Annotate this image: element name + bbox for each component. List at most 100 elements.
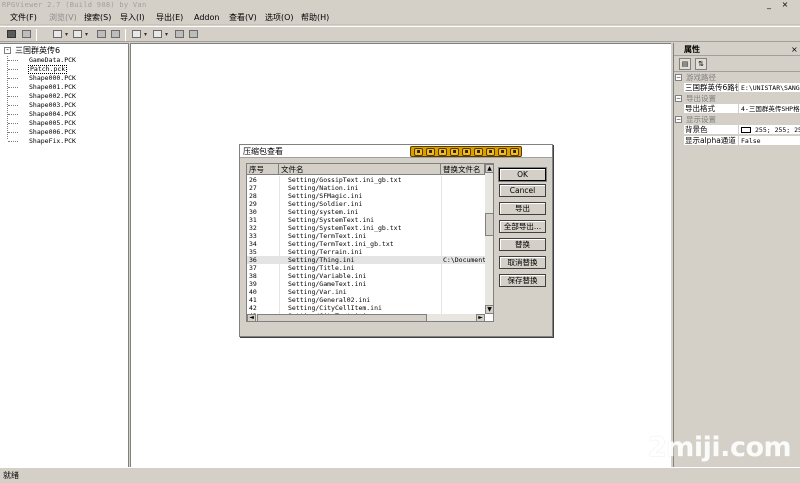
tree-item-label[interactable]: Shape004.PCK [28, 110, 77, 119]
property-row-game-path[interactable]: 三国群英传6路径 E:\UNISTAR\SANGO6 [684, 83, 800, 93]
dialog-control-icon[interactable]: ▪ [438, 148, 447, 156]
file-list-row[interactable]: 42 Setting/CityCellItem.ini [247, 304, 485, 312]
file-list-row[interactable]: 37 Setting/Title.ini [247, 264, 485, 272]
chevron-down-icon[interactable]: ▾ [85, 32, 89, 38]
import-icon[interactable] [52, 29, 64, 40]
close-window-button[interactable]: × [780, 0, 790, 10]
paste-icon[interactable] [174, 29, 186, 40]
dialog-control-icon[interactable]: ▪ [462, 148, 471, 156]
copy-all-icon[interactable] [110, 29, 122, 40]
tree-item-label[interactable]: Shape005.PCK [28, 119, 77, 128]
file-list-row[interactable]: 35 Setting/Terrain.ini [247, 248, 485, 256]
collapse-icon[interactable]: − [675, 95, 682, 102]
save-all-icon[interactable] [21, 29, 33, 40]
horizontal-scrollbar[interactable]: ◄ ► [247, 314, 485, 321]
dialog-control-icon[interactable]: ▪ [498, 148, 507, 156]
chevron-down-icon[interactable]: ▾ [65, 32, 69, 38]
save-icon[interactable] [6, 29, 18, 40]
file-tree[interactable]: - 三国群英传6 GameData.PCK Patch.pck Shape000… [0, 43, 129, 467]
dialog-control-icon[interactable]: ▪ [414, 148, 423, 156]
property-row-export-format[interactable]: 导出格式 4-三国群英传SHP格式 [684, 104, 800, 114]
export-icon[interactable] [131, 29, 143, 40]
tree-item-label[interactable]: Shape001.PCK [28, 83, 77, 92]
menu-addon[interactable]: Addon [194, 11, 219, 25]
import-file-icon[interactable] [72, 29, 84, 40]
file-list-row[interactable]: 27 Setting/Nation.ini [247, 184, 485, 192]
file-list[interactable]: 序号 文件名 替换文件名 26 Setting/GossipText.ini_gb… [246, 163, 494, 322]
file-list-row[interactable]: 34 Setting/TermText.ini_gb.txt [247, 240, 485, 248]
file-list-row[interactable]: 39 Setting/GameText.ini [247, 280, 485, 288]
category-game-path[interactable]: − 游戏路径 [674, 73, 800, 82]
paste-all-icon[interactable] [188, 29, 200, 40]
tree-item-label[interactable]: Shape006.PCK [28, 128, 77, 137]
export-all-button[interactable]: 全部导出... [499, 220, 546, 233]
dialog-control-icon[interactable]: ▪ [426, 148, 435, 156]
file-list-row[interactable]: 28 Setting/SFMagic.ini [247, 192, 485, 200]
export-file-icon[interactable] [152, 29, 164, 40]
copy-icon[interactable] [96, 29, 108, 40]
property-value[interactable]: 255; 255; 255 [755, 125, 800, 135]
cancel-replace-button[interactable]: 取消替换 [499, 256, 546, 269]
menu-export[interactable]: 导出(E) [156, 11, 183, 25]
scroll-left-icon[interactable]: ◄ [247, 314, 256, 321]
categorized-icon[interactable]: ▤ [679, 58, 691, 70]
menu-view[interactable]: 查看(V) [229, 11, 257, 25]
property-row-alpha[interactable]: 显示alpha通道 False [684, 136, 800, 146]
collapse-icon[interactable]: − [675, 74, 682, 81]
menu-options[interactable]: 选项(O) [265, 11, 294, 25]
menu-search[interactable]: 搜索(S) [84, 11, 111, 25]
menu-help[interactable]: 帮助(H) [301, 11, 329, 25]
cancel-button[interactable]: Cancel [499, 184, 546, 197]
file-list-row[interactable]: 41 Setting/General02.ini [247, 296, 485, 304]
file-list-row[interactable]: 33 Setting/TermText.ini [247, 232, 485, 240]
menu-import[interactable]: 导入(I) [120, 11, 145, 25]
collapse-icon[interactable]: - [4, 47, 11, 54]
tree-item-label[interactable]: Shape002.PCK [28, 92, 77, 101]
scroll-thumb[interactable] [257, 314, 427, 321]
tree-item-label[interactable]: GameData.PCK [28, 56, 77, 65]
dialog-control-icon[interactable]: ▪ [474, 148, 483, 156]
menu-browse[interactable]: 浏览(V) [49, 11, 77, 25]
file-list-row[interactable]: 26 Setting/GossipText.ini_gb.txt [247, 176, 485, 184]
chevron-down-icon[interactable]: ▾ [144, 32, 148, 38]
column-header-filename[interactable]: 文件名 [279, 164, 441, 175]
tree-item-label[interactable]: Patch.pck [28, 65, 68, 74]
category-export-settings[interactable]: − 导出设置 [674, 94, 800, 103]
menu-file[interactable]: 文件(F) [10, 11, 37, 25]
export-button[interactable]: 导出 [499, 202, 546, 215]
property-row-background[interactable]: 背景色 255; 255; 255 [684, 125, 800, 135]
column-header-number[interactable]: 序号 [247, 164, 279, 175]
file-list-row[interactable]: 31 Setting/SystemText.ini [247, 216, 485, 224]
file-list-row[interactable]: 29 Setting/Soldier.ini [247, 200, 485, 208]
tree-item-label[interactable]: Shape003.PCK [28, 101, 77, 110]
dialog-control-icon[interactable]: ▪ [486, 148, 495, 156]
property-value[interactable]: E:\UNISTAR\SANGO6 [741, 83, 800, 93]
file-list-row[interactable]: 30 Setting/system.ini [247, 208, 485, 216]
file-list-row[interactable]: 40 Setting/Var.ini [247, 288, 485, 296]
sort-alpha-icon[interactable]: ⇅ [695, 58, 707, 70]
tree-root-label[interactable]: 三国群英传6 [15, 46, 60, 56]
save-replace-button[interactable]: 保存替换 [499, 274, 546, 287]
chevron-down-icon[interactable]: ▾ [165, 32, 169, 38]
dialog-control-icon[interactable]: ▪ [510, 148, 519, 156]
property-value[interactable]: False [741, 136, 800, 146]
dialog-control-icon[interactable]: ▪ [450, 148, 459, 156]
scroll-right-icon[interactable]: ► [476, 314, 485, 321]
vertical-scrollbar[interactable]: ▲ ▼ [485, 164, 493, 314]
property-value[interactable]: 4-三国群英传SHP格式 [741, 104, 800, 114]
file-list-row[interactable]: 38 Setting/Variable.ini [247, 272, 485, 280]
category-display-settings[interactable]: − 显示设置 [674, 115, 800, 124]
minimize-button[interactable]: _ [764, 0, 774, 10]
replace-button[interactable]: 替换 [499, 238, 546, 251]
collapse-icon[interactable]: − [675, 116, 682, 123]
ok-button[interactable]: OK [498, 167, 547, 182]
scroll-down-icon[interactable]: ▼ [485, 305, 493, 314]
column-header-replace[interactable]: 替换文件名 [441, 164, 485, 175]
scroll-thumb[interactable] [485, 213, 493, 236]
file-list-row[interactable]: 36 Setting/Thing.ini C:\Documents [247, 256, 485, 264]
tree-item-label[interactable]: ShapeFix.PCK [28, 137, 77, 146]
close-panel-button[interactable]: × [791, 44, 798, 55]
scroll-up-icon[interactable]: ▲ [485, 164, 493, 173]
tree-item-label[interactable]: Shape000.PCK [28, 74, 77, 83]
file-list-row[interactable]: 32 Setting/SystemText.ini_gb.txt [247, 224, 485, 232]
